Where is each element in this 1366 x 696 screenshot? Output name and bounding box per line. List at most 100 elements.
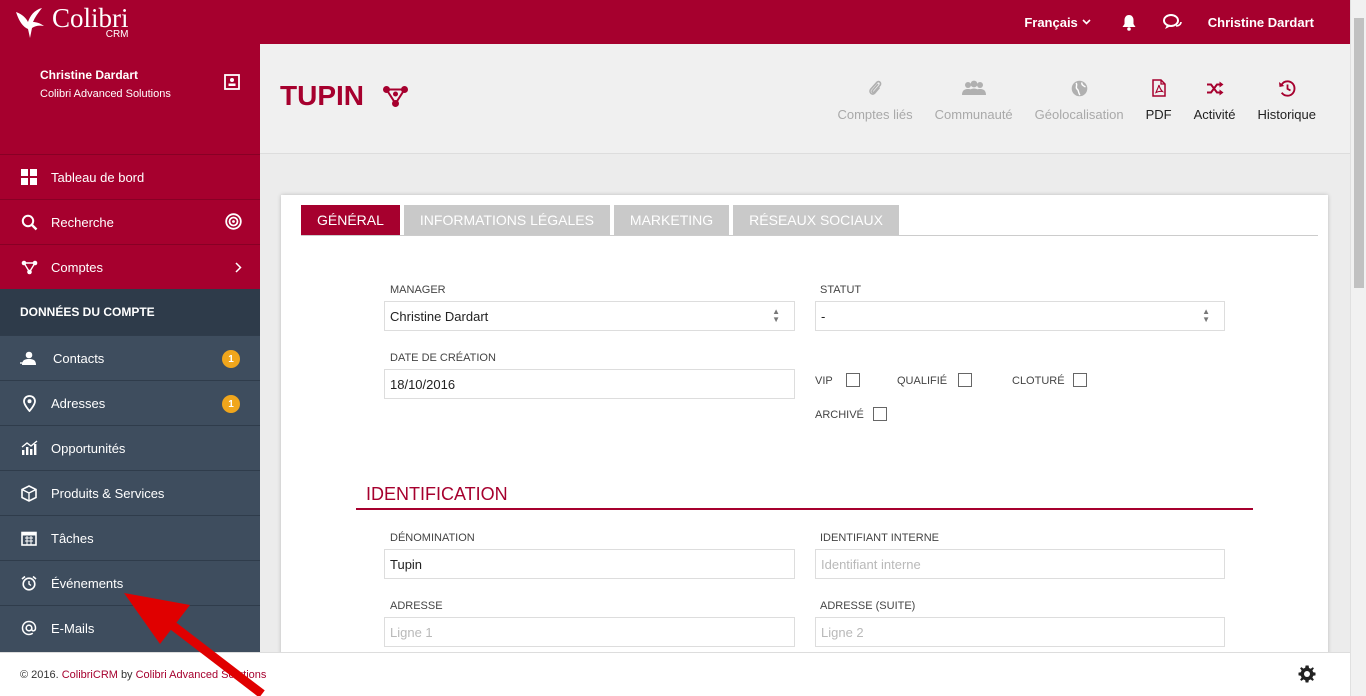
alarm-clock-icon bbox=[20, 574, 38, 592]
language-dropdown[interactable]: Français bbox=[1024, 14, 1091, 30]
statut-select[interactable]: - ▲ ▼ bbox=[815, 301, 1225, 331]
sidebar-item-label: Contacts bbox=[53, 350, 105, 366]
id-interne-input[interactable]: Identifiant interne bbox=[815, 549, 1225, 579]
date-creation-input[interactable]: 18/10/2016 bbox=[384, 369, 795, 399]
chat-bubbles-icon[interactable] bbox=[1162, 14, 1182, 30]
pdf-button[interactable]: PDF bbox=[1146, 78, 1172, 122]
account-title: TUPIN bbox=[280, 80, 364, 111]
language-label: Français bbox=[1024, 14, 1078, 30]
accounts-icon bbox=[383, 85, 408, 107]
adresse-suite-input[interactable]: Ligne 2 bbox=[815, 617, 1225, 647]
community-button[interactable]: Communauté bbox=[935, 78, 1013, 122]
sidebar-item-label: Tableau de bord bbox=[51, 169, 145, 185]
archive-label: ARCHIVÉ bbox=[815, 409, 864, 421]
adresse-label: ADRESSE bbox=[390, 600, 443, 612]
toolbar-label: Activité bbox=[1193, 107, 1236, 122]
tab-social-networks[interactable]: RÉSEAUX SOCIAUX bbox=[733, 205, 899, 235]
scrollbar-thumb[interactable] bbox=[1354, 18, 1364, 288]
qualifie-label: QUALIFIÉ bbox=[897, 375, 948, 387]
page-header: TUPIN Comptes liés Communauté Géolocalis… bbox=[260, 44, 1350, 154]
sidebar-item-events[interactable]: Événements bbox=[0, 560, 260, 605]
id-interne-label: IDENTIFIANT INTERNE bbox=[820, 532, 939, 544]
denomination-input[interactable]: Tupin bbox=[384, 549, 795, 579]
sidebar-item-opportunities[interactable]: Opportunités bbox=[0, 425, 260, 470]
group-icon bbox=[961, 78, 986, 98]
sidebar-item-accounts[interactable]: Comptes bbox=[0, 244, 260, 289]
vip-checkbox[interactable] bbox=[846, 373, 860, 387]
contacts-icon bbox=[20, 349, 38, 367]
contact-card-icon[interactable] bbox=[224, 74, 240, 95]
linked-accounts-button[interactable]: Comptes liés bbox=[837, 78, 913, 122]
sidebar-item-search[interactable]: Recherche bbox=[0, 199, 260, 244]
toolbar-label: PDF bbox=[1145, 107, 1172, 122]
manager-select[interactable]: Christine Dardart ▲ ▼ bbox=[384, 301, 795, 331]
gear-icon[interactable] bbox=[1298, 665, 1316, 686]
page-scrollbar[interactable] bbox=[1350, 0, 1366, 696]
geolocation-button[interactable]: Géolocalisation bbox=[1035, 78, 1124, 122]
footer-company-link[interactable]: Colibri Advanced Solutions bbox=[136, 669, 267, 681]
sidebar-user-block: Christine Dardart Colibri Advanced Solut… bbox=[0, 44, 260, 154]
sidebar-item-label: Opportunités bbox=[51, 440, 126, 456]
dashboard-icon bbox=[20, 168, 38, 186]
select-arrows-icon: ▲ ▼ bbox=[1202, 307, 1210, 324]
statut-value: - bbox=[821, 308, 826, 324]
notifications-bell-icon[interactable] bbox=[1121, 14, 1137, 31]
toolbar-label: Géolocalisation bbox=[1034, 107, 1124, 122]
page-title: TUPIN bbox=[280, 80, 409, 112]
sidebar-item-products-services[interactable]: Produits & Services bbox=[0, 470, 260, 515]
cloture-checkbox[interactable] bbox=[1073, 373, 1087, 387]
footer: © 2016. ColibriCRM by Colibri Advanced S… bbox=[0, 652, 1350, 696]
footer-copyright: © 2016. bbox=[20, 668, 59, 681]
tab-marketing[interactable]: MARKETING bbox=[613, 205, 730, 235]
sidebar-item-label: Adresses bbox=[51, 395, 106, 411]
hummingbird-logo-icon bbox=[16, 8, 44, 38]
account-form-card: GÉNÉRAL INFORMATIONS LÉGALES MARKETING R… bbox=[281, 195, 1328, 665]
id-interne-placeholder: Identifiant interne bbox=[821, 556, 921, 572]
qualifie-checkbox[interactable] bbox=[958, 373, 972, 387]
vip-label: VIP bbox=[815, 375, 833, 387]
chart-icon bbox=[20, 439, 38, 457]
sidebar-item-tasks[interactable]: Tâches bbox=[0, 515, 260, 560]
adresse-input[interactable]: Ligne 1 bbox=[384, 617, 795, 647]
tab-bar: GÉNÉRAL INFORMATIONS LÉGALES MARKETING R… bbox=[301, 205, 1318, 236]
accounts-icon bbox=[20, 258, 38, 276]
sidebar-item-dashboard[interactable]: Tableau de bord bbox=[0, 154, 260, 199]
logo-name: Colibri bbox=[52, 2, 129, 33]
sidebar-item-emails[interactable]: E-Mails bbox=[0, 605, 260, 650]
cloture-label: CLOTURÉ bbox=[1012, 375, 1065, 387]
user-menu[interactable]: Christine Dardart bbox=[1208, 15, 1314, 30]
chevron-down-icon bbox=[1082, 17, 1091, 28]
adresse-suite-label: ADRESSE (SUITE) bbox=[820, 600, 916, 612]
search-icon bbox=[20, 213, 38, 231]
select-arrows-icon: ▲ ▼ bbox=[772, 307, 780, 324]
denomination-value: Tupin bbox=[390, 556, 423, 572]
paperclip-icon bbox=[868, 78, 882, 98]
statut-label: STATUT bbox=[820, 284, 862, 296]
date-creation-label: DATE DE CRÉATION bbox=[390, 352, 496, 364]
logo[interactable]: Colibri CRM bbox=[12, 2, 129, 42]
history-icon bbox=[1278, 78, 1296, 98]
identification-section-title: IDENTIFICATION bbox=[356, 484, 1253, 510]
sidebar-item-label: Événements bbox=[51, 575, 124, 591]
history-button[interactable]: Historique bbox=[1257, 78, 1316, 122]
sidebar-item-contacts[interactable]: Contacts 1 bbox=[0, 335, 260, 380]
manager-label: MANAGER bbox=[390, 284, 446, 296]
toolbar-label: Comptes liés bbox=[837, 107, 913, 122]
sidebar-item-label: Tâches bbox=[51, 530, 94, 546]
pdf-icon bbox=[1151, 78, 1166, 98]
sidebar: Christine Dardart Colibri Advanced Solut… bbox=[0, 44, 260, 652]
calendar-icon bbox=[20, 529, 38, 547]
adresse-suite-placeholder: Ligne 2 bbox=[821, 624, 864, 640]
tab-general[interactable]: GÉNÉRAL bbox=[301, 205, 400, 235]
globe-icon bbox=[1071, 78, 1088, 98]
footer-product-link[interactable]: ColibriCRM bbox=[62, 669, 118, 681]
sidebar-item-label: Comptes bbox=[51, 259, 104, 275]
sidebar-item-addresses[interactable]: Adresses 1 bbox=[0, 380, 260, 425]
activity-button[interactable]: Activité bbox=[1193, 78, 1236, 122]
tab-legal-info[interactable]: INFORMATIONS LÉGALES bbox=[403, 205, 610, 235]
archive-checkbox[interactable] bbox=[873, 407, 887, 421]
target-icon[interactable] bbox=[225, 213, 242, 233]
page-toolbar: Comptes liés Communauté Géolocalisation … bbox=[815, 78, 1316, 122]
toolbar-label: Communauté bbox=[934, 107, 1013, 122]
sidebar-item-label: E-Mails bbox=[51, 620, 95, 636]
